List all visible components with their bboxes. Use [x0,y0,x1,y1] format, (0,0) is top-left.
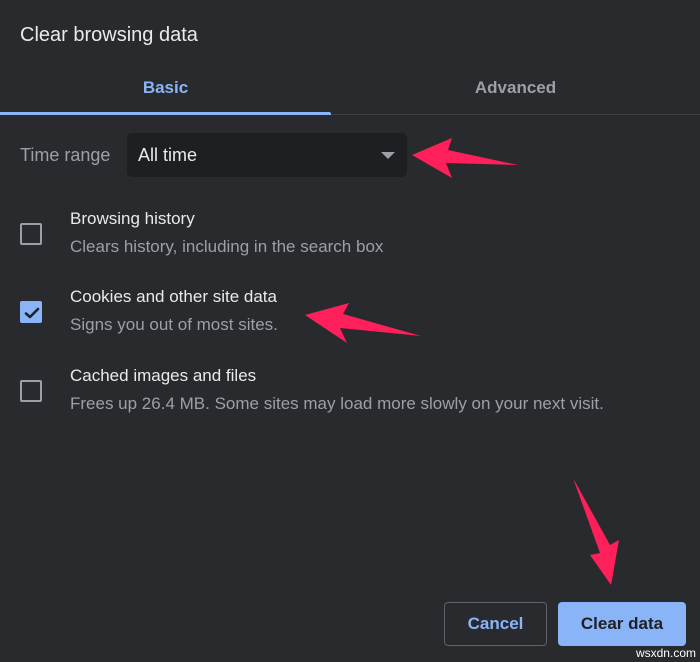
time-range-label: Time range [20,145,111,165]
dialog-title: Clear browsing data [20,24,198,46]
option-cookies: Cookies and other site data Signs you ou… [0,287,700,347]
cookies-checkbox[interactable] [20,301,42,323]
arrow-to-clear-data [573,478,619,585]
watermark: wsxdn.com [635,646,696,660]
clear-data-button[interactable]: Clear data [558,602,686,646]
option-subtitle: Signs you out of most sites. [70,315,278,334]
arrow-to-time-range [412,138,518,178]
option-subtitle: Frees up 26.4 MB. Some sites may load mo… [70,394,604,413]
option-cached-images: Cached images and files Frees up 26.4 MB… [0,366,700,426]
time-range-select[interactable]: All time [127,133,407,177]
tab-basic-label: Basic [142,78,189,97]
option-title: Browsing history [70,209,195,228]
dropdown-caret-icon [381,152,395,159]
checkmark-icon [24,307,40,319]
option-title: Cached images and files [70,366,257,385]
cancel-button[interactable]: Cancel [444,602,547,646]
option-subtitle: Clears history, including in the search … [70,237,384,256]
browsing-history-checkbox[interactable] [20,223,42,245]
time-range-value: All time [138,144,198,165]
tab-bar: Basic Advanced [0,62,700,115]
option-title: Cookies and other site data [70,287,277,306]
tab-basic[interactable]: Basic [0,62,331,115]
tab-advanced-label: Advanced [474,78,557,97]
cached-images-checkbox[interactable] [20,380,42,402]
tab-advanced[interactable]: Advanced [331,62,700,114]
option-browsing-history: Browsing history Clears history, includi… [0,209,700,269]
